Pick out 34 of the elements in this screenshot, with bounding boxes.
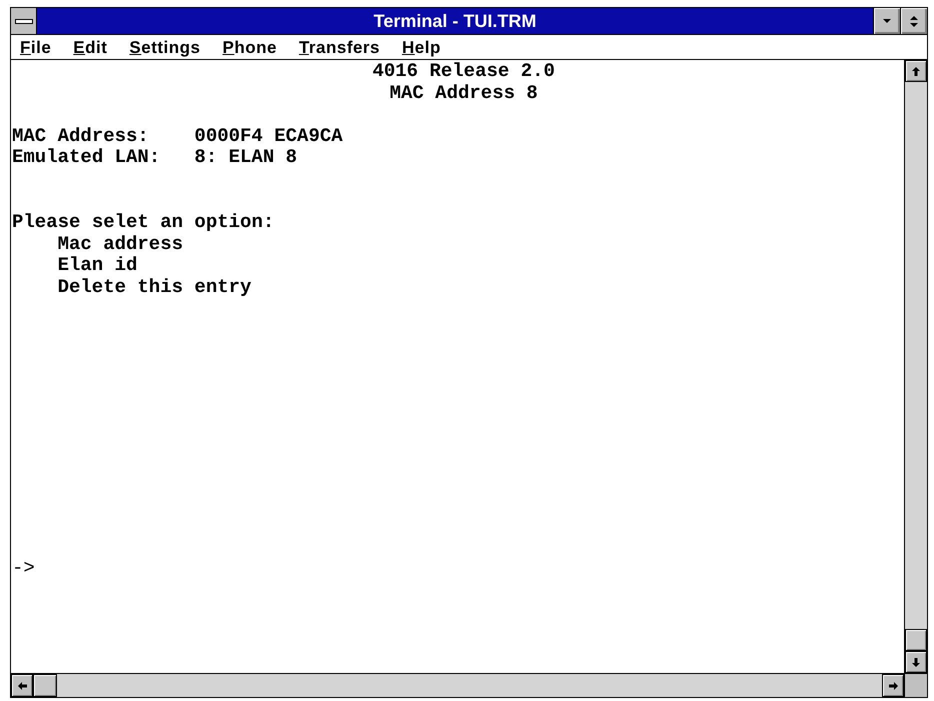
header-line: MAC Address 8	[390, 82, 538, 104]
arrow-up-icon	[912, 66, 920, 76]
scroll-left-button[interactable]	[11, 674, 33, 697]
menu-item[interactable]: File	[15, 36, 56, 58]
menu-option: Elan id	[58, 255, 138, 277]
scroll-thumb[interactable]	[33, 674, 57, 697]
menu-item[interactable]: Settings	[124, 36, 206, 58]
header-line: 4016 Release 2.0	[372, 61, 555, 83]
minimize-button[interactable]	[873, 8, 900, 34]
scroll-down-button[interactable]	[905, 651, 927, 673]
menu-item[interactable]: Transfers	[294, 36, 386, 58]
field-value: 8: ELAN 8	[194, 147, 298, 169]
up-down-caret-icon	[910, 16, 918, 26]
menu-item[interactable]: Help	[397, 36, 446, 58]
menu-item[interactable]: Phone	[218, 36, 282, 58]
system-menu-button[interactable]	[11, 8, 37, 34]
dash-icon	[14, 18, 32, 24]
field-value: 0000F4 ECA9CA	[194, 126, 343, 148]
menu-option: Delete this entry	[58, 276, 252, 299]
arrow-left-icon	[18, 682, 26, 690]
scroll-right-button[interactable]	[882, 674, 904, 697]
restore-button[interactable]	[900, 8, 927, 34]
caret-down-icon	[883, 19, 891, 23]
arrow-right-icon	[888, 682, 898, 690]
menu-item[interactable]: Edit	[68, 36, 112, 58]
scroll-thumb[interactable]	[905, 629, 927, 651]
field-label: MAC Address:	[12, 126, 149, 148]
arrow-down-icon	[912, 658, 920, 666]
prompt-text: Please selet an option:	[12, 212, 274, 234]
window-title: Terminal - TUI.TRM	[374, 10, 536, 32]
menu-option: Mac address	[58, 234, 184, 256]
field-label: Emulated LAN:	[12, 147, 160, 169]
scroll-up-button[interactable]	[905, 60, 927, 82]
command-prompt: ->	[12, 558, 35, 580]
